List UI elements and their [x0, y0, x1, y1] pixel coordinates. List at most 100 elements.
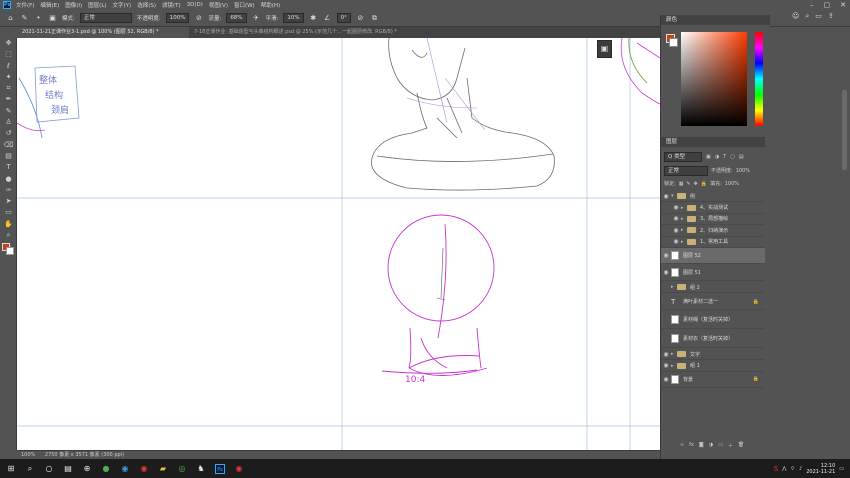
flow-field[interactable]: 68% [226, 13, 247, 23]
photoshop-taskbar-icon[interactable]: Ps [215, 463, 225, 474]
tab-document-1[interactable]: 2021-11-21正课作业3-1.psd @ 100% (图层 52, RGB… [17, 27, 189, 38]
layer-row[interactable]: T 满叶素材二选一 🔒 [661, 294, 765, 310]
link-icon[interactable]: ∞ [680, 442, 684, 450]
user-icon[interactable]: ☺ [792, 12, 799, 21]
pressure-opacity-icon[interactable]: ⊘ [194, 14, 203, 23]
navigator-button[interactable]: ▣ [597, 40, 612, 58]
mode-select[interactable]: 正常 [79, 13, 132, 23]
menu-view[interactable]: 视图(V) [209, 1, 228, 9]
menu-type[interactable]: 文字(Y) [113, 1, 132, 9]
magnifier-icon[interactable]: ⊕ [82, 464, 92, 474]
tray-apps-icon[interactable]: ⋀ [782, 466, 786, 472]
history-brush-icon[interactable]: ↺ [0, 128, 17, 139]
cortana-icon[interactable]: ○ [44, 464, 54, 474]
layer-row[interactable]: 素材绳（复活时关掉） [661, 311, 765, 329]
lasso-tool-icon[interactable]: ℓ [0, 61, 17, 72]
vertical-scrollbar[interactable] [842, 90, 847, 170]
layer-row[interactable]: ◉ ▸ 4、实战测试 [661, 202, 765, 214]
eye-icon[interactable]: ◉ [661, 269, 671, 276]
fx-icon[interactable]: fx [689, 442, 694, 450]
layer-row[interactable]: ◉ ▸ 2、归纳演示 [661, 225, 765, 237]
ime-icon[interactable]: S [774, 465, 778, 473]
layer-opacity-value[interactable]: 100% [736, 168, 750, 174]
smooth-settings-icon[interactable]: ✱ [309, 14, 318, 23]
task-view-icon[interactable]: ▤ [63, 464, 73, 474]
eye-icon[interactable]: ◉ [661, 376, 671, 383]
mask-icon[interactable]: ◙ [699, 442, 704, 450]
layer-row[interactable]: ◉ ▸ 文字 [661, 349, 765, 361]
filter-type-icon[interactable]: T [723, 154, 726, 160]
workspace-icon[interactable]: ▭ [815, 12, 822, 21]
filter-adjust-icon[interactable]: ◑ [715, 154, 719, 160]
menu-image[interactable]: 图像(I) [65, 1, 82, 9]
brush-tool-icon[interactable]: ✎ [20, 14, 29, 23]
fill-value[interactable]: 100% [725, 181, 739, 187]
tab-document-2[interactable]: 7-18正课作业: 基础造型与头像结构概述.psd @ 25% (示范几个…一起… [189, 27, 399, 38]
zoom-level[interactable]: 100% [21, 452, 35, 458]
layer-row[interactable]: ▸ 组 2 [661, 282, 765, 294]
layer-row[interactable]: 素材衣（复活时关掉） [661, 330, 765, 348]
new-layer-icon[interactable]: ＋ [728, 442, 733, 450]
search-icon[interactable]: ⌕ [25, 464, 35, 474]
menu-window[interactable]: 窗口(W) [234, 1, 255, 9]
angle-field[interactable]: 0° [336, 13, 351, 23]
app-green-icon[interactable]: ● [101, 464, 111, 474]
brush-preset-icon[interactable]: • [34, 14, 43, 23]
crop-tool-icon[interactable]: ⌗ [0, 83, 17, 94]
close-icon[interactable]: ✕ [840, 1, 846, 9]
lock-all-icon[interactable]: 🔒 [701, 181, 707, 187]
brush-tool-icon[interactable]: ✎ [0, 106, 17, 117]
filter-pixel-icon[interactable]: ▣ [706, 154, 711, 160]
document-info[interactable]: 2750 像素 x 3571 像素 (300 ppi) [45, 452, 124, 458]
stamp-tool-icon[interactable]: ♙ [0, 117, 17, 128]
type-tool-icon[interactable]: T [0, 162, 17, 173]
adjustment-icon[interactable]: ◑ [709, 442, 713, 450]
trash-icon[interactable]: 🗑 [738, 442, 744, 450]
symmetry-icon[interactable]: ⧉ [370, 14, 379, 23]
layer-row-selected[interactable]: ◉ 图层 52 [661, 248, 765, 264]
path-select-icon[interactable]: ➤ [0, 196, 17, 207]
windows-start-icon[interactable]: ⊞ [6, 464, 16, 474]
background-color-swatch[interactable] [6, 247, 14, 255]
eye-icon[interactable]: ◉ [661, 362, 671, 369]
layer-row[interactable]: ◉ ▾ 例 [661, 191, 765, 203]
eye-icon[interactable]: ◉ [661, 193, 671, 200]
eye-icon[interactable]: ◉ [661, 252, 671, 259]
pressure-size-icon[interactable]: ⊘ [356, 14, 365, 23]
color-picker-field[interactable] [681, 32, 747, 126]
share-icon[interactable]: ⇪ [828, 12, 834, 21]
pen-tool-icon[interactable]: ✑ [0, 185, 17, 196]
minimize-icon[interactable]: – [810, 1, 814, 9]
layer-filter-select[interactable]: Q 类型 [664, 151, 702, 162]
eye-icon[interactable]: ◉ [671, 204, 681, 211]
chrome-icon[interactable]: ◎ [177, 464, 187, 474]
notification-icon[interactable]: ▭ [839, 466, 844, 472]
dodge-tool-icon[interactable]: ● [0, 174, 17, 185]
blend-mode-select[interactable]: 正常 [664, 165, 708, 176]
menu-filter[interactable]: 滤镜(T) [162, 1, 181, 9]
recorder-icon[interactable]: ◉ [234, 464, 244, 474]
eye-icon[interactable]: ◉ [671, 215, 681, 222]
home-icon[interactable]: ⌂ [6, 14, 15, 23]
hue-slider[interactable] [755, 32, 763, 126]
smooth-field[interactable]: 10% [283, 13, 304, 23]
layer-row[interactable]: ◉ 图层 51 [661, 265, 765, 281]
color-panel-background[interactable] [669, 38, 678, 47]
opacity-field[interactable]: 100% [165, 13, 190, 23]
eye-icon[interactable]: ◉ [671, 238, 681, 245]
eraser-tool-icon[interactable]: ⌫ [0, 140, 17, 151]
eye-icon[interactable]: ◉ [661, 351, 671, 358]
lock-pixels-icon[interactable]: ▦ [679, 181, 684, 187]
filter-smart-icon[interactable]: ▤ [739, 154, 744, 160]
color-panel-header[interactable]: 颜色 [661, 15, 770, 25]
menu-file[interactable]: 文件(F) [16, 1, 34, 9]
hand-tool-icon[interactable]: ✋ [0, 219, 17, 230]
menu-3d[interactable]: 3D(D) [187, 2, 203, 8]
menu-help[interactable]: 帮助(H) [261, 1, 280, 9]
eyedropper-icon[interactable]: ✒ [0, 94, 17, 105]
magic-wand-icon[interactable]: ✦ [0, 72, 17, 83]
brush-settings-icon[interactable]: ▣ [48, 14, 57, 23]
network-icon[interactable]: ⌔ [790, 466, 795, 472]
menu-layer[interactable]: 图层(L) [88, 1, 106, 9]
menu-edit[interactable]: 编辑(E) [40, 1, 59, 9]
